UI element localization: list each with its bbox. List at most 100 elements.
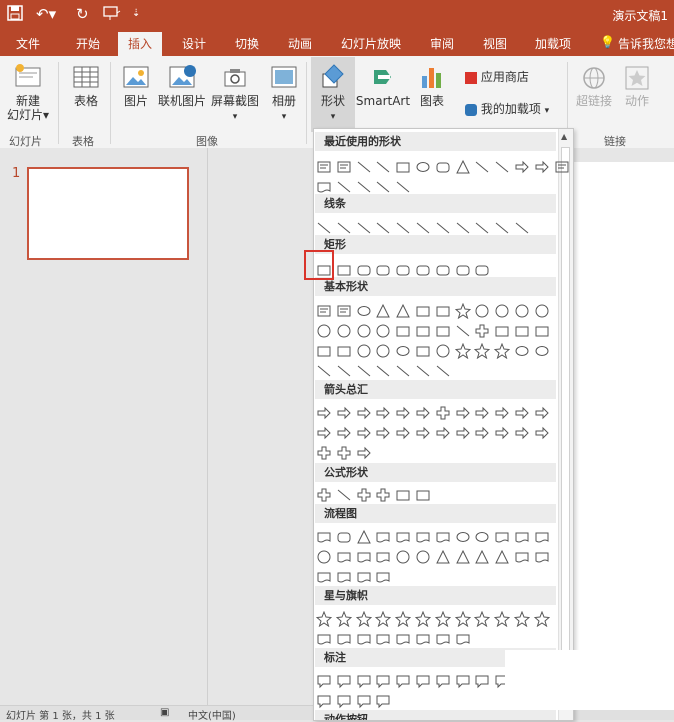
circ-shape-icon[interactable] (336, 323, 352, 339)
flow-shape-icon[interactable] (356, 631, 372, 647)
line-shape-icon[interactable] (415, 220, 431, 236)
line-shape-icon[interactable] (474, 220, 490, 236)
arrow-shape-icon[interactable] (356, 405, 372, 421)
tab-file[interactable]: 文件 (16, 35, 40, 52)
shapes-button[interactable]: 形状 ▾ (311, 57, 355, 132)
rrect-shape-icon[interactable] (375, 262, 391, 278)
rect-shape-icon[interactable] (435, 323, 451, 339)
plus-shape-icon[interactable] (316, 487, 332, 503)
slide-canvas[interactable] (568, 162, 674, 682)
text-shape-icon[interactable] (554, 159, 570, 175)
star-shape-icon[interactable] (414, 610, 432, 628)
tab-addins[interactable]: 加载项 (535, 35, 571, 52)
flow-shape-icon[interactable] (375, 549, 391, 565)
line-shape-icon[interactable] (316, 363, 332, 379)
tab-transitions[interactable]: 切换 (235, 35, 259, 52)
oval-shape-icon[interactable] (534, 343, 550, 359)
rect-shape-icon[interactable] (336, 262, 352, 278)
plus-shape-icon[interactable] (356, 487, 372, 503)
flow-shape-icon[interactable] (415, 631, 431, 647)
flow-shape-icon[interactable] (316, 631, 332, 647)
flow-shape-icon[interactable] (435, 529, 451, 545)
arrow-shape-icon[interactable] (356, 425, 372, 441)
action-button[interactable]: 动作 (620, 64, 654, 108)
tab-tell-me[interactable]: 告诉我您想 (618, 35, 674, 52)
star-shape-icon[interactable] (454, 610, 471, 628)
undo-icon[interactable]: ↶▾ (36, 5, 56, 23)
star-shape-icon[interactable] (513, 610, 531, 628)
rrect-shape-icon[interactable] (435, 262, 451, 278)
plus-shape-icon[interactable] (375, 487, 391, 503)
plus-shape-icon[interactable] (435, 405, 451, 421)
arrow-shape-icon[interactable] (534, 405, 550, 421)
scroll-thumb[interactable] (561, 147, 570, 677)
tri-shape-icon[interactable] (395, 303, 411, 319)
flow-shape-icon[interactable] (356, 549, 372, 565)
rect-shape-icon[interactable] (415, 343, 431, 359)
circ-shape-icon[interactable] (534, 303, 550, 319)
line-shape-icon[interactable] (336, 363, 352, 379)
save-icon[interactable] (7, 5, 23, 25)
arrow-shape-icon[interactable] (395, 425, 411, 441)
star-shape-icon[interactable] (474, 610, 491, 628)
star-shape-icon[interactable] (434, 610, 451, 628)
star-shape-icon[interactable] (315, 610, 333, 628)
arrow-shape-icon[interactable] (356, 445, 372, 461)
flow-shape-icon[interactable] (455, 631, 471, 647)
line-shape-icon[interactable] (395, 220, 411, 236)
line-shape-icon[interactable] (336, 487, 352, 503)
circ-shape-icon[interactable] (514, 303, 530, 319)
line-shape-icon[interactable] (356, 220, 372, 236)
arrow-shape-icon[interactable] (474, 405, 490, 421)
rect-shape-icon[interactable] (514, 323, 530, 339)
arrow-shape-icon[interactable] (415, 405, 431, 421)
callout-shape-icon[interactable] (316, 693, 332, 709)
table-button[interactable]: 表格 (66, 62, 106, 108)
line-shape-icon[interactable] (375, 179, 391, 195)
line-shape-icon[interactable] (415, 363, 431, 379)
text-shape-icon[interactable] (336, 159, 352, 175)
arrow-shape-icon[interactable] (415, 425, 431, 441)
rrect-shape-icon[interactable] (415, 262, 431, 278)
rrect-shape-icon[interactable] (356, 262, 372, 278)
arrow-shape-icon[interactable] (316, 405, 332, 421)
arrow-shape-icon[interactable] (455, 425, 471, 441)
arrow-shape-icon[interactable] (514, 425, 530, 441)
circ-shape-icon[interactable] (375, 323, 391, 339)
rect-shape-icon[interactable] (395, 159, 411, 175)
flow-shape-icon[interactable] (514, 549, 530, 565)
callout-shape-icon[interactable] (336, 673, 352, 689)
line-shape-icon[interactable] (474, 159, 490, 175)
line-shape-icon[interactable] (316, 220, 332, 236)
callout-shape-icon[interactable] (356, 693, 372, 709)
present-icon[interactable] (103, 5, 121, 25)
tri-shape-icon[interactable] (494, 549, 510, 565)
callout-shape-icon[interactable] (356, 673, 372, 689)
arrow-shape-icon[interactable] (494, 405, 510, 421)
rect-shape-icon[interactable] (415, 487, 431, 503)
line-shape-icon[interactable] (455, 220, 471, 236)
circ-shape-icon[interactable] (356, 343, 372, 359)
line-shape-icon[interactable] (455, 323, 471, 339)
flow-shape-icon[interactable] (534, 529, 550, 545)
star-shape-icon[interactable] (474, 342, 491, 360)
line-shape-icon[interactable] (435, 363, 451, 379)
flow-shape-icon[interactable] (356, 569, 372, 585)
circ-shape-icon[interactable] (316, 549, 332, 565)
flow-shape-icon[interactable] (395, 529, 411, 545)
flow-shape-icon[interactable] (316, 569, 332, 585)
store-button[interactable]: 应用商店 (465, 70, 565, 84)
tri-shape-icon[interactable] (474, 549, 490, 565)
arrow-shape-icon[interactable] (494, 425, 510, 441)
online-picture-button[interactable]: 联机图片 (156, 62, 208, 108)
arrow-shape-icon[interactable] (395, 405, 411, 421)
oval-shape-icon[interactable] (474, 529, 490, 545)
line-shape-icon[interactable] (435, 220, 451, 236)
arrow-shape-icon[interactable] (336, 405, 352, 421)
rrect-shape-icon[interactable] (474, 262, 490, 278)
callout-shape-icon[interactable] (375, 693, 391, 709)
flow-shape-icon[interactable] (435, 631, 451, 647)
tab-design[interactable]: 设计 (182, 35, 206, 52)
rect-shape-icon[interactable] (494, 323, 510, 339)
rect-shape-icon[interactable] (336, 343, 352, 359)
